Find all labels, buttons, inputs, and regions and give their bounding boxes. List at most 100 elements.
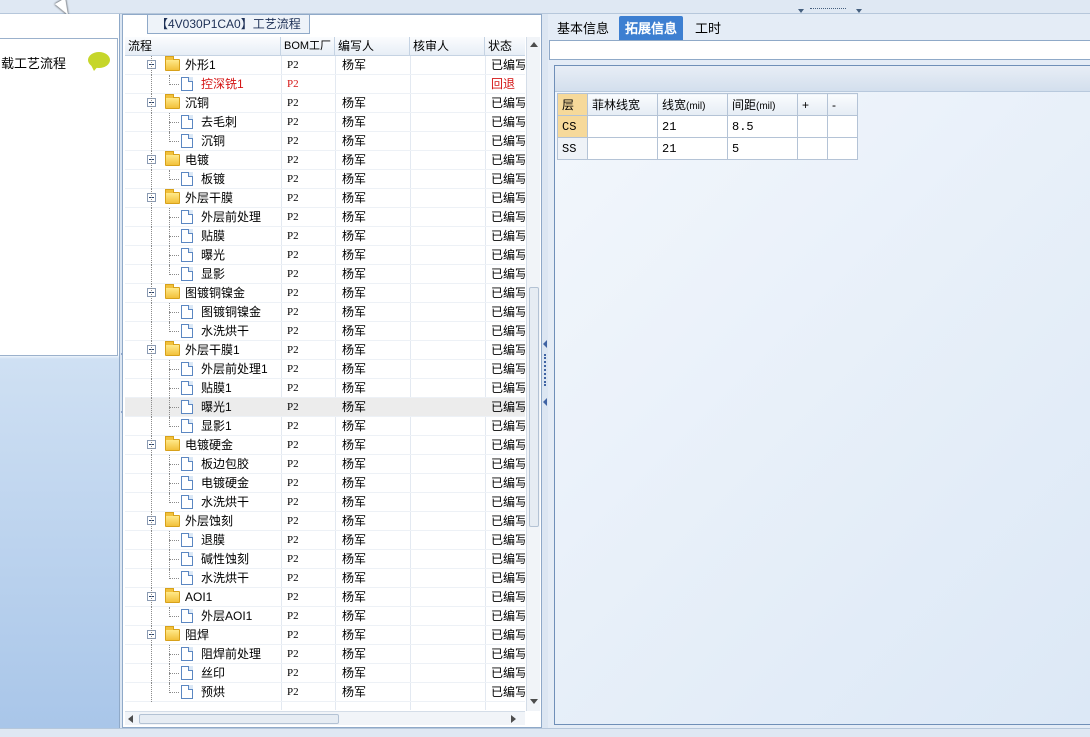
author-cell[interactable]: 杨军 xyxy=(342,493,412,512)
status-cell[interactable]: 已编写 xyxy=(491,683,525,702)
tree-row[interactable]: 外层干膜 P2 杨军 已编写 xyxy=(125,189,525,208)
layer-name-cell[interactable]: CS xyxy=(557,115,588,138)
step-name[interactable]: 显影 xyxy=(201,265,225,284)
column-header-status[interactable]: 状态 xyxy=(485,37,525,56)
author-cell[interactable]: 杨军 xyxy=(342,265,412,284)
step-name[interactable]: 电镀硬金 xyxy=(201,474,249,493)
author-cell[interactable]: 杨军 xyxy=(342,474,412,493)
status-cell[interactable]: 已编写 xyxy=(491,626,525,645)
reviewer-cell[interactable] xyxy=(417,56,485,75)
author-cell[interactable]: 杨军 xyxy=(342,189,412,208)
feilin-width-cell[interactable] xyxy=(587,137,658,160)
status-cell[interactable]: 已编写 xyxy=(491,455,525,474)
spacing-cell[interactable]: 5 xyxy=(727,137,798,160)
tree-row[interactable]: 板边包胶 P2 杨军 已编写 xyxy=(125,455,525,474)
reviewer-cell[interactable] xyxy=(417,246,485,265)
reviewer-cell[interactable] xyxy=(417,208,485,227)
tree-row[interactable]: 显影 P2 杨军 已编写 xyxy=(125,265,525,284)
step-name[interactable]: 外层前处理1 xyxy=(201,360,268,379)
reviewer-cell[interactable] xyxy=(417,512,485,531)
step-name[interactable]: 外层前处理 xyxy=(201,208,261,227)
tree-row[interactable]: 曝光1 P2 杨军 已编写 xyxy=(125,398,525,417)
header-line-width[interactable]: 线宽(mil) xyxy=(657,93,728,116)
bom-factory-cell[interactable]: P2 xyxy=(287,284,339,303)
author-cell[interactable]: 杨军 xyxy=(342,664,412,683)
status-cell[interactable]: 回退 xyxy=(491,75,525,94)
status-cell[interactable]: 已编写 xyxy=(491,170,525,189)
line-width-cell[interactable]: 21 xyxy=(657,115,728,138)
reviewer-cell[interactable] xyxy=(417,113,485,132)
tree-row[interactable]: 去毛刺 P2 杨军 已编写 xyxy=(125,113,525,132)
status-cell[interactable]: 已编写 xyxy=(491,94,525,113)
bom-factory-cell[interactable]: P2 xyxy=(287,436,339,455)
step-name[interactable]: 曝光1 xyxy=(201,398,232,417)
bom-factory-cell[interactable]: P2 xyxy=(287,550,339,569)
collapse-left-arrow-icon[interactable] xyxy=(543,340,547,348)
author-cell[interactable]: 杨军 xyxy=(342,94,412,113)
tree-row[interactable]: 丝印 P2 杨军 已编写 xyxy=(125,664,525,683)
column-header-bom[interactable]: BOM工厂 xyxy=(281,37,335,56)
bom-factory-cell[interactable]: P2 xyxy=(287,75,339,94)
step-name[interactable]: 水洗烘干 xyxy=(201,569,249,588)
reviewer-cell[interactable] xyxy=(417,284,485,303)
author-cell[interactable]: 杨军 xyxy=(342,360,412,379)
author-cell[interactable]: 杨军 xyxy=(342,56,412,75)
bom-factory-cell[interactable]: P2 xyxy=(287,113,339,132)
column-header-author[interactable]: 编写人 xyxy=(335,37,410,56)
bom-factory-cell[interactable]: P2 xyxy=(287,341,339,360)
status-cell[interactable]: 已编写 xyxy=(491,398,525,417)
scroll-up-arrow-icon[interactable] xyxy=(530,42,538,47)
reviewer-cell[interactable] xyxy=(417,75,485,94)
bom-factory-cell[interactable]: P2 xyxy=(287,569,339,588)
reviewer-cell[interactable] xyxy=(417,341,485,360)
author-cell[interactable]: 杨军 xyxy=(342,322,412,341)
status-cell[interactable]: 已编写 xyxy=(491,474,525,493)
step-name[interactable]: 图镀铜镍金 xyxy=(201,303,261,322)
header-layer[interactable]: 层 xyxy=(557,93,588,116)
step-name[interactable]: 阻焊 xyxy=(185,626,209,645)
feilin-width-cell[interactable] xyxy=(587,115,658,138)
reviewer-cell[interactable] xyxy=(417,265,485,284)
tree-row[interactable]: 外层干膜1 P2 杨军 已编写 xyxy=(125,341,525,360)
tree-row[interactable]: 水洗烘干 P2 杨军 已编写 xyxy=(125,569,525,588)
layer-row[interactable]: SS 21 5 xyxy=(557,137,858,160)
bom-factory-cell[interactable]: P2 xyxy=(287,531,339,550)
status-cell[interactable]: 已编写 xyxy=(491,56,525,75)
status-cell[interactable]: 已编写 xyxy=(491,569,525,588)
reviewer-cell[interactable] xyxy=(417,645,485,664)
collapse-arrow-icon[interactable] xyxy=(798,9,804,13)
reviewer-cell[interactable] xyxy=(417,170,485,189)
step-name[interactable]: 显影1 xyxy=(201,417,232,436)
step-name[interactable]: 外层AOI1 xyxy=(201,607,252,626)
step-name[interactable]: 曝光 xyxy=(201,246,225,265)
status-cell[interactable]: 已编写 xyxy=(491,588,525,607)
remove-cell[interactable] xyxy=(827,137,858,160)
reviewer-cell[interactable] xyxy=(417,455,485,474)
scroll-right-arrow-icon[interactable] xyxy=(511,715,516,723)
tree-row[interactable]: 预烘 P2 杨军 已编写 xyxy=(125,683,525,702)
reviewer-cell[interactable] xyxy=(417,94,485,113)
author-cell[interactable]: 杨军 xyxy=(342,512,412,531)
step-name[interactable]: 丝印 xyxy=(201,664,225,683)
step-name[interactable]: 贴膜 xyxy=(201,227,225,246)
step-name[interactable]: 电镀 xyxy=(185,151,209,170)
tree-row[interactable]: 贴膜 P2 杨军 已编写 xyxy=(125,227,525,246)
step-name[interactable]: 沉铜 xyxy=(185,94,209,113)
step-name[interactable]: 电镀硬金 xyxy=(185,436,233,455)
status-cell[interactable]: 已编写 xyxy=(491,284,525,303)
step-name[interactable]: 水洗烘干 xyxy=(201,493,249,512)
step-name[interactable]: 沉铜 xyxy=(201,132,225,151)
status-cell[interactable]: 已编写 xyxy=(491,379,525,398)
tree-row[interactable]: 外形1 P2 杨军 已编写 xyxy=(125,56,525,75)
tree-row[interactable]: 沉铜 P2 杨军 已编写 xyxy=(125,94,525,113)
status-cell[interactable]: 已编写 xyxy=(491,493,525,512)
author-cell[interactable]: 杨军 xyxy=(342,151,412,170)
bom-factory-cell[interactable]: P2 xyxy=(287,379,339,398)
reviewer-cell[interactable] xyxy=(417,417,485,436)
scroll-left-arrow-icon[interactable] xyxy=(128,715,133,723)
status-cell[interactable]: 已编写 xyxy=(491,512,525,531)
bom-factory-cell[interactable]: P2 xyxy=(287,626,339,645)
status-cell[interactable]: 已编写 xyxy=(491,189,525,208)
author-cell[interactable]: 杨军 xyxy=(342,645,412,664)
status-cell[interactable]: 已编写 xyxy=(491,436,525,455)
